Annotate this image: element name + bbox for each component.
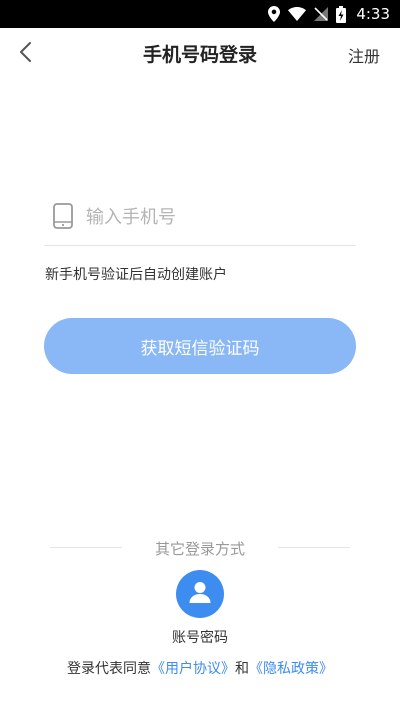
- agreement-text: 登录代表同意《用户协议》和《隐私政策》: [0, 658, 400, 678]
- status-icons: 4:33: [268, 0, 390, 28]
- other-login-divider: 其它登录方式: [50, 538, 350, 558]
- location-icon: [268, 6, 281, 22]
- phone-number-input[interactable]: [86, 202, 346, 232]
- header: 手机号码登录 注册: [0, 28, 400, 80]
- phone-input-row: [44, 196, 356, 246]
- account-login-circle[interactable]: [176, 570, 224, 618]
- status-bar: 4:33: [0, 0, 400, 28]
- user-agreement-link[interactable]: 《用户协议》: [151, 661, 235, 677]
- user-icon: [188, 580, 212, 608]
- privacy-policy-link[interactable]: 《隐私政策》: [249, 661, 333, 677]
- auto-register-hint: 新手机号验证后自动创建账户: [45, 267, 227, 283]
- divider-line: [278, 547, 350, 548]
- agreement-conjunction: 和: [235, 661, 249, 677]
- other-login-title: 其它登录方式: [154, 540, 245, 558]
- register-button[interactable]: 注册: [348, 43, 380, 67]
- account-login-label: 账号密码: [172, 630, 228, 646]
- account-password-login-button[interactable]: 账号密码: [150, 570, 250, 650]
- wifi-icon: [288, 7, 307, 21]
- status-time: 4:33: [356, 5, 390, 23]
- battery-charging-icon: [336, 5, 347, 23]
- no-signal-icon: [314, 7, 329, 21]
- get-sms-code-button[interactable]: 获取短信验证码: [44, 318, 356, 374]
- agreement-prefix: 登录代表同意: [67, 661, 151, 677]
- phone-icon: [53, 203, 73, 233]
- page-title: 手机号码登录: [142, 44, 257, 66]
